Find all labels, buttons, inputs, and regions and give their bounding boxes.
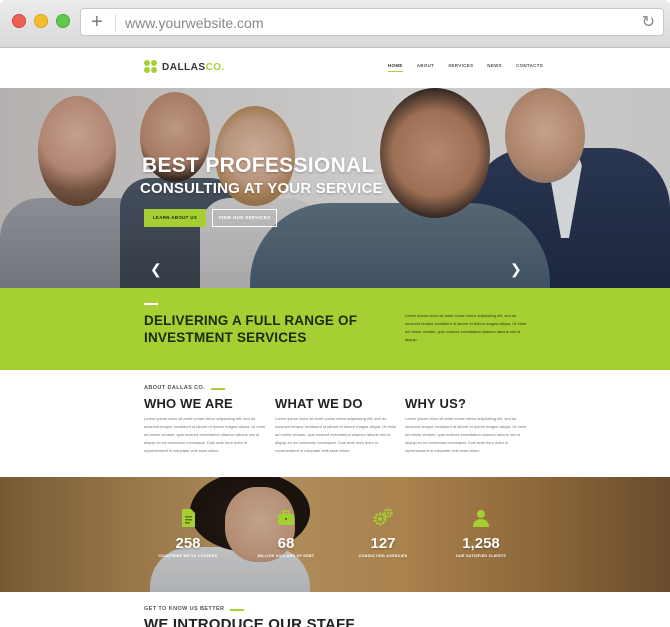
slider-prev-icon[interactable]: ❮ — [150, 261, 162, 278]
team-section: GET TO KNOW US BETTER WE INTRODUCE OUR S… — [0, 592, 670, 627]
stat-value: 1,258 — [462, 535, 500, 552]
url-text[interactable]: www.yourwebsite.com — [125, 15, 264, 31]
stat-value: 68 — [277, 535, 295, 552]
stat-item: 68 MILLION DOLLARS OF DEBT — [241, 507, 331, 558]
slider-next-icon[interactable]: ❯ — [510, 261, 522, 278]
banner-title-line1: DELIVERING A FULL RANGE OF — [144, 313, 358, 328]
stat-label: COUNTRIES WE'VE COVERED — [158, 554, 218, 558]
new-tab-icon[interactable]: + — [91, 11, 103, 33]
hero-title-line1: BEST PROFESSIONAL — [142, 154, 375, 177]
stat-value: 258 — [175, 535, 201, 552]
close-window-button[interactable] — [12, 14, 26, 28]
hero-slider: BEST PROFESSIONAL CONSULTING AT YOUR SER… — [0, 88, 670, 288]
about-kicker: ABOUT DALLAS CO. — [144, 385, 206, 391]
nav-news[interactable]: NEWS — [487, 63, 502, 68]
gears-icon — [373, 508, 393, 526]
address-bar[interactable]: + www.yourwebsite.com ↻ — [80, 8, 664, 36]
nav-contacts[interactable]: CONTACTS — [516, 63, 543, 68]
reload-icon[interactable]: ↻ — [642, 12, 655, 32]
about-accent-bar — [211, 388, 225, 390]
address-bar-divider — [115, 14, 116, 32]
about-column-text: Lorem ipsum dolor sit amet conse ctetur … — [275, 416, 397, 453]
nav-services[interactable]: SERVICES — [448, 63, 473, 68]
hero-title-line2: CONSULTING AT YOUR SERVICE — [140, 180, 383, 197]
team-title: WE INTRODUCE OUR STAFF — [144, 616, 355, 627]
view-services-button[interactable]: VIEW OUR SERVICES — [212, 209, 277, 227]
team-accent-bar — [230, 609, 244, 611]
learn-about-us-button[interactable]: LEARN ABOUT US — [144, 209, 206, 227]
about-column-title: WHAT WE DO — [275, 396, 363, 411]
about-column-title: WHY US? — [405, 396, 467, 411]
stats-overlay — [0, 477, 670, 592]
site-logo[interactable]: DALLASCO. — [144, 59, 225, 75]
banner-text: Lorem ipsum dolor sit amet conse ctetur … — [405, 313, 527, 342]
stat-label: MILLION DOLLARS OF DEBT — [257, 554, 315, 558]
banner-title: DELIVERING A FULL RANGE OF INVESTMENT SE… — [144, 312, 394, 346]
stats-section: 258 COUNTRIES WE'VE COVERED 68 MILLION D… — [0, 477, 670, 592]
about-column-who: WHO WE ARE Lorem ipsum dolor sit amet co… — [144, 396, 266, 455]
stat-label: CONSULTING AGENCIES — [358, 554, 408, 558]
stat-item: 127 CONSULTING AGENCIES — [338, 507, 428, 558]
banner-title-line2: INVESTMENT SERVICES — [144, 330, 307, 345]
nav-about[interactable]: ABOUT — [417, 63, 435, 68]
about-column-text: Lorem ipsum dolor sit amet conse ctetur … — [405, 416, 527, 453]
about-column-what: WHAT WE DO Lorem ipsum dolor sit amet co… — [275, 396, 397, 455]
about-column-why: WHY US? Lorem ipsum dolor sit amet conse… — [405, 396, 527, 455]
document-icon — [182, 509, 195, 527]
banner-accent-bar — [144, 303, 158, 305]
about-column-text: Lorem ipsum dolor sit amet conse ctetur … — [144, 416, 266, 453]
nav-home[interactable]: HOME — [388, 63, 403, 72]
briefcase-icon — [278, 510, 294, 525]
logo-mark-icon — [144, 60, 158, 74]
about-section: ABOUT DALLAS CO. WHO WE ARE Lorem ipsum … — [0, 370, 670, 477]
minimize-window-button[interactable] — [34, 14, 48, 28]
maximize-window-button[interactable] — [56, 14, 70, 28]
browser-chrome: + www.yourwebsite.com ↻ — [0, 0, 670, 48]
about-column-title: WHO WE ARE — [144, 396, 233, 411]
stat-item: 258 COUNTRIES WE'VE COVERED — [143, 507, 233, 558]
team-kicker: GET TO KNOW US BETTER — [144, 606, 225, 612]
main-nav: HOME ABOUT SERVICES NEWS CONTACTS — [388, 63, 543, 72]
logo-text: DALLASCO. — [162, 61, 225, 73]
person-icon — [473, 510, 489, 527]
site-header: DALLASCO. HOME ABOUT SERVICES NEWS CONTA… — [0, 48, 670, 88]
stat-label: OUR SATISFIED CLIENTS — [455, 554, 507, 558]
stat-item: 1,258 OUR SATISFIED CLIENTS — [436, 507, 526, 558]
stat-value: 127 — [370, 535, 396, 552]
services-banner: DELIVERING A FULL RANGE OF INVESTMENT SE… — [0, 288, 670, 370]
